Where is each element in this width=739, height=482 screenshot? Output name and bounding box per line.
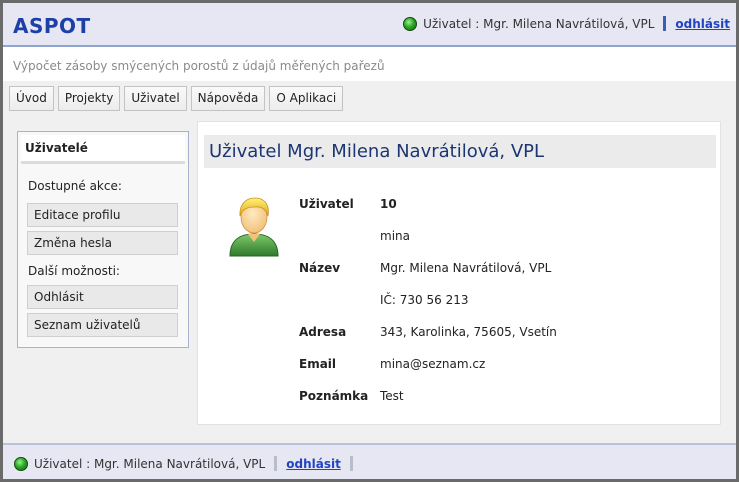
nav-projekty-button[interactable]: Projekty: [57, 86, 121, 111]
note-label: Poznámka: [299, 389, 369, 403]
page-title: Uživatel Mgr. Milena Navrátilová, VPL: [204, 135, 716, 168]
header-user-text: Uživatel : Mgr. Milena Navrátilová, VPL: [423, 16, 655, 31]
address-label: Adresa: [299, 325, 347, 339]
name-label: Název: [299, 261, 341, 275]
bottom-footer: Uživatel : Mgr. Milena Navrátilová, VPL …: [3, 443, 736, 479]
nav-uzivatel-button[interactable]: Uživatel: [124, 86, 187, 111]
app-subtitle: Výpočet zásoby smýcených porostů z údajů…: [13, 59, 385, 73]
username-value: mina: [380, 229, 410, 243]
user-id-value: 10: [380, 197, 397, 211]
more-options-label: Další možnosti:: [28, 264, 120, 278]
online-status-icon: [14, 456, 28, 471]
change-password-button[interactable]: Změna hesla: [27, 231, 178, 255]
email-value: mina@seznam.cz: [380, 357, 486, 371]
name-value: Mgr. Milena Navrátilová, VPL: [380, 261, 552, 275]
header-divider: [663, 16, 667, 31]
header-user-panel: Uživatel : Mgr. Milena Navrátilová, VPL …: [403, 16, 730, 31]
nav-o-aplikaci-button[interactable]: O Aplikaci: [269, 86, 344, 111]
online-status-icon: [403, 16, 418, 31]
sidebar-title: Uživatelé: [21, 135, 185, 164]
available-actions-label: Dostupné akce:: [28, 179, 122, 193]
nav-uvod-button[interactable]: Úvod: [9, 86, 54, 111]
footer-divider: [274, 456, 278, 471]
main-nav: Úvod Projekty Uživatel Nápověda O Aplika…: [9, 86, 344, 111]
top-header: ASPOT Uživatel : Mgr. Milena Navrátilová…: [3, 3, 736, 47]
app-logo[interactable]: ASPOT: [13, 14, 91, 38]
users-sidebar: Uživatelé Dostupné akce: Editace profilu…: [17, 131, 189, 348]
ic-value: IČ: 730 56 213: [380, 293, 469, 307]
footer-logout-link[interactable]: odhlásit: [286, 457, 341, 471]
user-list-button[interactable]: Seznam uživatelů: [27, 313, 178, 337]
email-label: Email: [299, 357, 337, 371]
address-value: 343, Karolinka, 75605, Vsetín: [380, 325, 557, 339]
nav-napoveda-button[interactable]: Nápověda: [190, 86, 266, 111]
edit-profile-button[interactable]: Editace profilu: [27, 203, 178, 227]
header-logout-link[interactable]: odhlásit: [675, 17, 730, 31]
user-avatar-icon: [229, 197, 279, 257]
note-value: Test: [380, 389, 404, 403]
logout-button[interactable]: Odhlásit: [27, 285, 178, 309]
footer-user-panel: Uživatel : Mgr. Milena Navrátilová, VPL …: [14, 456, 362, 471]
footer-user-text: Uživatel : Mgr. Milena Navrátilová, VPL: [34, 456, 266, 471]
user-id-label: Uživatel: [299, 197, 354, 211]
footer-divider-end: [349, 456, 353, 471]
